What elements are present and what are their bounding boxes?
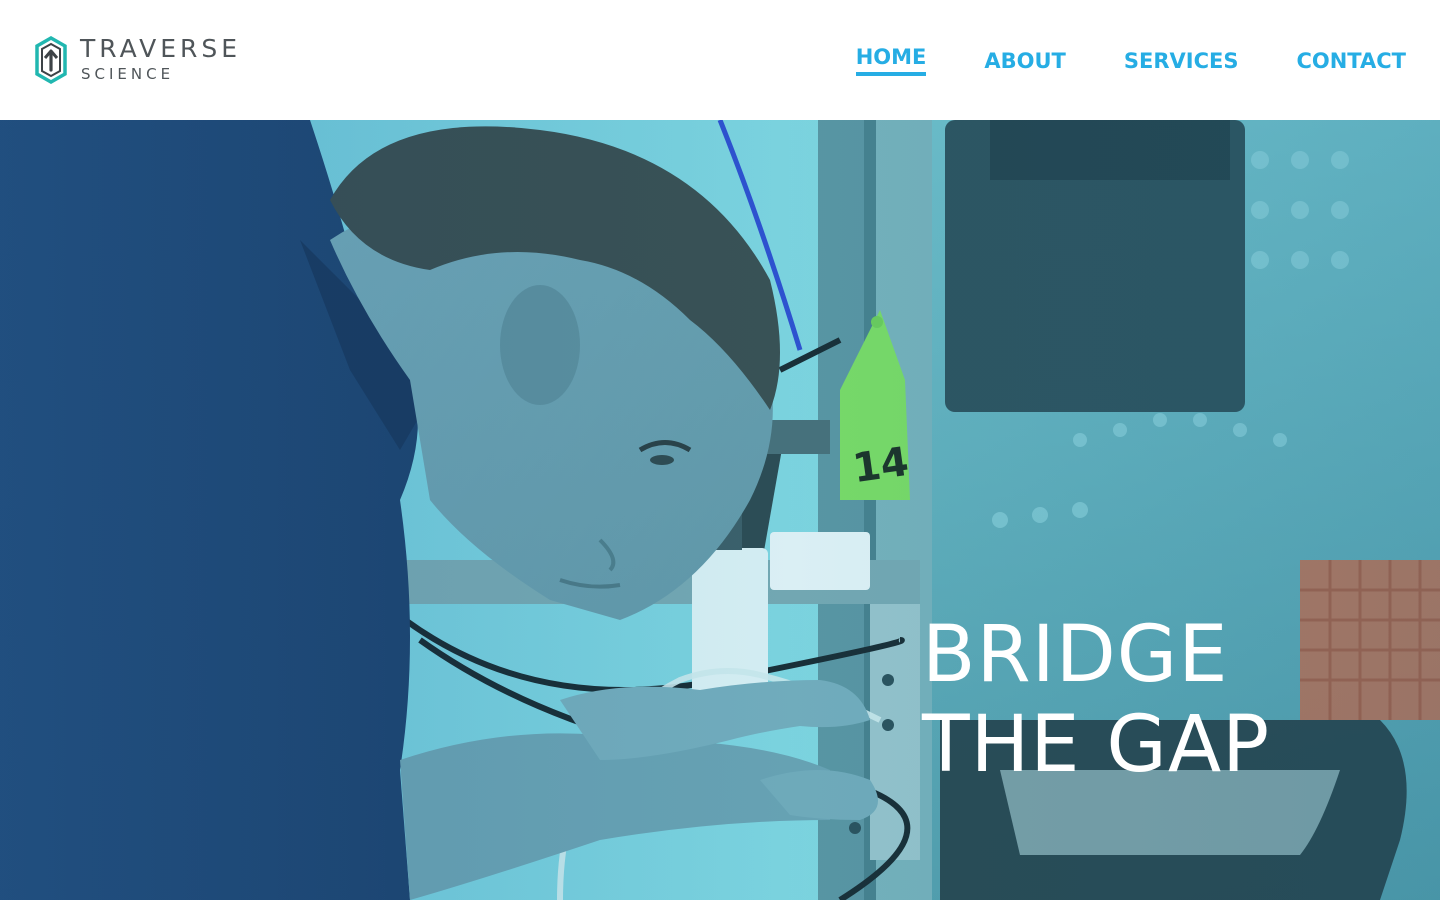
main-nav: HOME ABOUT SERVICES CONTACT: [855, 40, 1406, 82]
nav-home[interactable]: HOME: [855, 40, 927, 76]
brand-name: TRAVERSE: [80, 34, 242, 63]
site-header: TRAVERSE SCIENCE HOME ABOUT SERVICES CON…: [0, 0, 1440, 120]
nav-services[interactable]: SERVICES: [1124, 44, 1239, 82]
brand-logo-link[interactable]: TRAVERSE SCIENCE: [34, 34, 284, 88]
headline-line-1: BRIDGE: [922, 610, 1229, 701]
upward-arrow-hexagon-icon: [35, 36, 67, 84]
nav-contact[interactable]: CONTACT: [1296, 44, 1406, 82]
nav-about[interactable]: ABOUT: [984, 44, 1066, 82]
brand-subtitle: SCIENCE: [81, 65, 175, 83]
hero-headline: BRIDGE THE GAP: [922, 610, 1270, 790]
headline-line-2: THE GAP: [922, 700, 1271, 791]
hero-section: 14 BRIDGE THE GAP: [0, 120, 1440, 900]
